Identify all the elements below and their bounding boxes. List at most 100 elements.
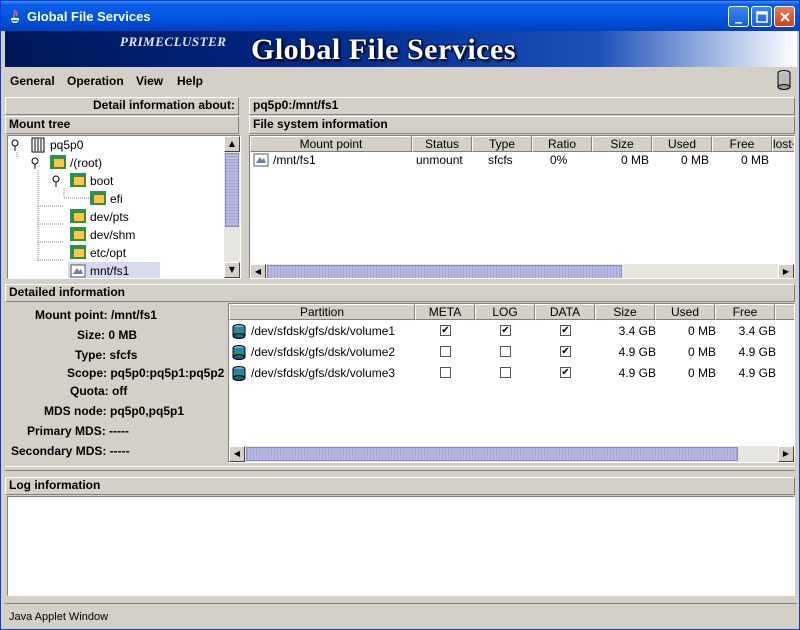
col-data[interactable]: DATA [535, 304, 595, 320]
data-checkbox[interactable]: ✔ [560, 367, 571, 378]
menu-general[interactable]: General [10, 74, 55, 88]
cell-mount-point: /mnt/fs1 [273, 153, 316, 167]
scroll-right-button[interactable]: ▶ [778, 446, 794, 462]
cell-free: 0 MB [740, 153, 769, 167]
col-extra[interactable] [775, 304, 794, 320]
log-info-header: Log information [5, 477, 795, 495]
log-checkbox[interactable] [500, 367, 511, 378]
tree-node-mnt-fs1[interactable]: mnt/fs1 [90, 264, 129, 278]
col-mount-point[interactable]: Mount point [250, 136, 412, 152]
detail-type: Type: sfcfs [75, 348, 138, 362]
col-log[interactable]: LOG [475, 304, 535, 320]
scroll-thumb[interactable] [225, 153, 239, 227]
expand-handle-icon[interactable] [10, 139, 22, 151]
maximize-icon [755, 11, 768, 23]
tree-node-pq5p0[interactable]: pq5p0 [50, 138, 83, 152]
log-checkbox[interactable]: ✔ [500, 325, 511, 336]
meta-checkbox[interactable]: ✔ [440, 325, 451, 336]
detail-secondary-mds: Secondary MDS: ----- [11, 444, 130, 458]
col-pfree[interactable]: Free [715, 304, 775, 320]
scroll-thumb[interactable] [267, 265, 622, 278]
disk-volume-icon [232, 345, 246, 360]
table-row[interactable]: /mnt/fs1 unmount sfcfs 0% 0 MB 0 MB 0 MB [250, 152, 794, 169]
title-bar[interactable]: Global File Services _ [1, 1, 799, 31]
cell-partition: /dev/sfdsk/gfs/dsk/volume2 [251, 345, 396, 359]
scroll-right-button[interactable]: ▶ [778, 264, 794, 278]
detailed-info-header: Detailed information [5, 284, 795, 302]
table-row[interactable]: /dev/sfdsk/gfs/dsk/volume2 ✔ 4.9 GB 0 MB… [229, 343, 789, 363]
app-banner: PRIMECLUSTER Global File Services [5, 31, 797, 67]
tree-node-dev-shm[interactable]: dev/shm [90, 228, 135, 242]
server-icon [31, 137, 45, 153]
expand-handle-icon[interactable] [51, 175, 63, 187]
detail-quota: Quota: off [70, 384, 128, 398]
col-psize[interactable]: Size [595, 304, 655, 320]
fs-info-header: File system information [249, 116, 795, 134]
menu-view[interactable]: View [136, 74, 163, 88]
table-row[interactable]: /dev/sfdsk/gfs/dsk/volume3 ✔ 4.9 GB 0 MB… [229, 364, 789, 384]
detail-size: Size: 0 MB [77, 328, 138, 342]
brand-logo: PRIMECLUSTER [120, 34, 227, 49]
scroll-up-button[interactable]: ▲ [224, 136, 240, 152]
cell-pused: 0 MB [687, 324, 716, 338]
tree-node-root[interactable]: /(root) [70, 156, 102, 170]
cell-size: 0 MB [620, 153, 649, 167]
scroll-left-button[interactable]: ◀ [229, 446, 245, 462]
table-row[interactable]: /dev/sfdsk/gfs/dsk/volume1 ✔ ✔ ✔ 3.4 GB … [229, 322, 789, 342]
tree-node-boot[interactable]: boot [90, 174, 113, 188]
fs-hscrollbar[interactable]: ◀ ▶ [250, 264, 794, 278]
close-button[interactable] [774, 6, 795, 27]
disk-volume-icon [232, 366, 246, 381]
partition-hscrollbar[interactable]: ◀ ▶ [229, 446, 794, 462]
data-checkbox[interactable]: ✔ [560, 346, 571, 357]
col-pused[interactable]: Used [655, 304, 715, 320]
close-icon [779, 12, 790, 22]
scroll-left-button[interactable]: ◀ [250, 264, 266, 278]
mount-tree[interactable]: pq5p0 /(root) boot efi dev/pts dev/shm e… [7, 135, 241, 279]
banner-title: Global File Services [251, 33, 516, 66]
col-used[interactable]: Used [652, 136, 712, 152]
maximize-button[interactable] [751, 6, 772, 27]
filesystem-icon [70, 264, 86, 278]
cell-ratio: 0% [550, 153, 568, 167]
cell-used: 0 MB [680, 153, 709, 167]
expand-handle-icon[interactable] [30, 157, 42, 169]
cell-pused: 0 MB [687, 366, 716, 380]
menu-operation[interactable]: Operation [67, 74, 124, 88]
col-size[interactable]: Size [592, 136, 652, 152]
log-checkbox[interactable] [500, 346, 511, 357]
meta-checkbox[interactable] [440, 346, 451, 357]
menu-help[interactable]: Help [177, 74, 203, 88]
meta-checkbox[interactable] [440, 367, 451, 378]
tree-vscrollbar[interactable]: ▲ ▼ [224, 136, 240, 278]
filesystem-icon [253, 153, 269, 167]
tree-node-etc-opt[interactable]: etc/opt [90, 246, 126, 260]
detail-primary-mds: Primary MDS: ----- [27, 424, 130, 438]
scroll-down-button[interactable]: ▼ [224, 262, 240, 278]
fs-info-table: Mount point Status Type Ratio Size Used … [249, 135, 795, 279]
splitter[interactable] [5, 466, 795, 471]
col-free[interactable]: Free [712, 136, 772, 152]
tree-node-dev-pts[interactable]: dev/pts [90, 210, 129, 224]
window-title: Global File Services [27, 9, 151, 24]
col-partition[interactable]: Partition [229, 304, 415, 320]
partition-table: Partition META LOG DATA Size Used Free /… [228, 303, 795, 463]
disk-volume-icon [232, 324, 246, 339]
cell-psize: 4.9 GB [618, 345, 656, 359]
cell-psize: 4.9 GB [618, 366, 656, 380]
log-text-area[interactable] [7, 496, 795, 596]
scroll-thumb[interactable] [246, 447, 738, 461]
col-lost-found[interactable]: lost+ [772, 136, 794, 152]
col-type[interactable]: Type [472, 136, 532, 152]
cell-partition: /dev/sfdsk/gfs/dsk/volume3 [251, 366, 396, 380]
detail-about-value: pq5p0:/mnt/fs1 [249, 97, 795, 115]
col-ratio[interactable]: Ratio [532, 136, 592, 152]
data-checkbox[interactable]: ✔ [560, 325, 571, 336]
col-status[interactable]: Status [412, 136, 472, 152]
cell-pfree: 3.4 GB [738, 324, 776, 338]
folder-icon [70, 245, 86, 259]
status-bar: Java Applet Window [5, 603, 797, 627]
minimize-button[interactable]: _ [728, 6, 749, 27]
col-meta[interactable]: META [415, 304, 475, 320]
tree-node-efi[interactable]: efi [110, 192, 123, 206]
